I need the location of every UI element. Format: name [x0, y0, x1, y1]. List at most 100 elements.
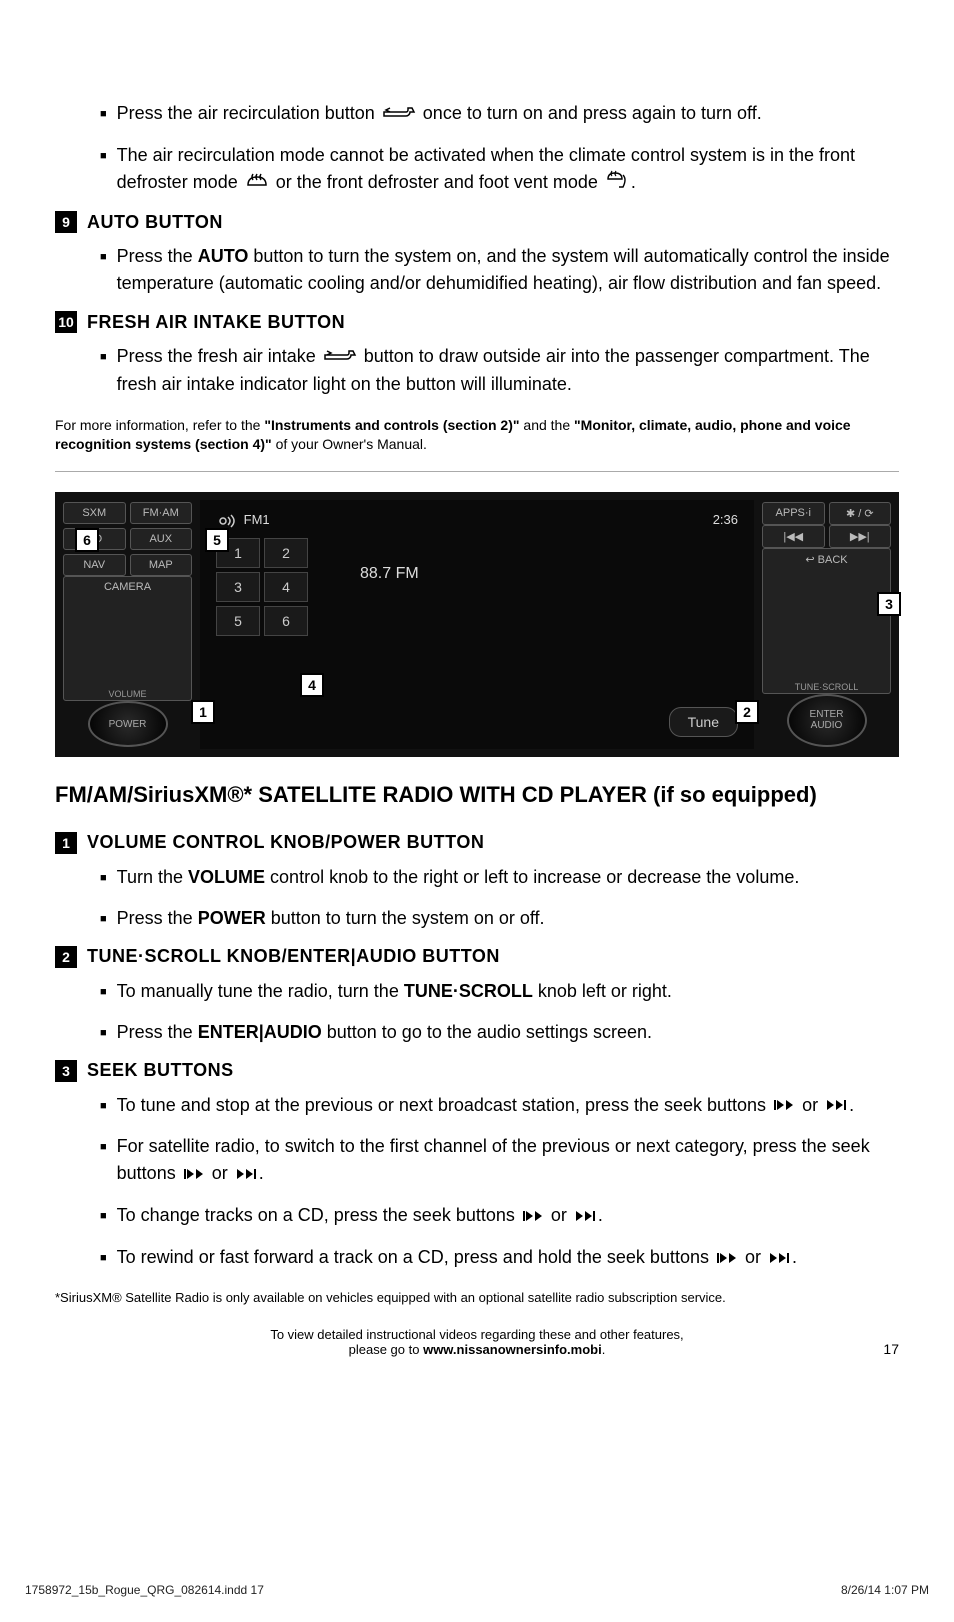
- info-note-prefix: For more information, refer to the: [55, 417, 264, 433]
- list-item: The air recirculation mode cannot be act…: [55, 142, 899, 197]
- divider: [55, 471, 899, 472]
- callout-5: 5: [205, 528, 229, 552]
- section-9-heading: 9 AUTO BUTTON: [55, 211, 899, 233]
- callout-1: 1: [191, 700, 215, 724]
- section-num-9: 9: [55, 211, 77, 233]
- rsection-2-title: TUNE·SCROLL KNOB/ENTER|AUDIO BUTTON: [87, 946, 500, 967]
- radio-button: MAP: [130, 554, 193, 576]
- section-10-title: FRESH AIR INTAKE BUTTON: [87, 312, 345, 333]
- siriusxm-footnote: *SiriusXM® Satellite Radio is only avail…: [55, 1290, 899, 1305]
- radio-screen: FM1 2:36 123456 88.7 FM Tune: [200, 500, 754, 749]
- seek-row: |◀◀▶▶|: [762, 525, 891, 548]
- radio-wave-icon: [218, 514, 238, 528]
- radio-head-unit: SXMFM·AMCDAUXNAVMAP CAMERA VOLUME POWER …: [55, 492, 899, 757]
- radio-button: ✱ / ⟳: [829, 502, 892, 525]
- list-item: Press the fresh air intake button to dra…: [55, 343, 899, 398]
- seek-button: |◀◀: [762, 525, 825, 548]
- top-bullets: Press the air recirculation button once …: [55, 100, 899, 197]
- clock: 2:36: [713, 512, 738, 528]
- tune-scroll-label: TUNE·SCROLL: [789, 682, 865, 692]
- seek-next-icon: [825, 1092, 847, 1119]
- rsection-2-bullets: To manually tune the radio, turn the TUN…: [55, 978, 899, 1046]
- radio-button: APPS·i: [762, 502, 825, 525]
- section-10-heading: 10 FRESH AIR INTAKE BUTTON: [55, 311, 899, 333]
- page-number: 17: [883, 1341, 899, 1357]
- preset-button: 2: [264, 538, 308, 568]
- rsection-3-title: SEEK BUTTONS: [87, 1060, 234, 1081]
- rsection-1-heading: 1 VOLUME CONTROL KNOB/POWER BUTTON: [55, 832, 899, 854]
- section-9-title: AUTO BUTTON: [87, 212, 223, 233]
- volume-power-knob: VOLUME POWER: [88, 701, 168, 747]
- screen-top-bar: FM1 2:36: [216, 512, 738, 528]
- radio-button: NAV: [63, 554, 126, 576]
- defrost-foot-icon: [605, 169, 629, 197]
- power-label: POWER: [109, 719, 147, 730]
- radio-button: SXM: [63, 502, 126, 524]
- fresh-air-icon: [323, 344, 357, 371]
- defrost-icon: [245, 170, 269, 197]
- info-note-suffix: of your Owner's Manual.: [272, 436, 427, 452]
- list-item: For satellite radio, to switch to the fi…: [55, 1133, 899, 1188]
- radio-button: FM·AM: [130, 502, 193, 524]
- print-footer-right: 8/26/14 1:07 PM: [841, 1583, 929, 1597]
- list-item: To rewind or fast forward a track on a C…: [55, 1244, 899, 1272]
- section-num-10: 10: [55, 311, 77, 333]
- rsection-num-2: 2: [55, 946, 77, 968]
- preset-button: 4: [264, 572, 308, 602]
- seek-next-icon: [768, 1245, 790, 1272]
- list-item: To manually tune the radio, turn the TUN…: [55, 978, 899, 1005]
- callout-6: 6: [75, 528, 99, 552]
- fm-band-label: FM1: [216, 512, 270, 528]
- list-item: To tune and stop at the previous or next…: [55, 1092, 899, 1120]
- rsection-1-title: VOLUME CONTROL KNOB/POWER BUTTON: [87, 832, 484, 853]
- info-footer-line1: To view detailed instructional videos re…: [55, 1327, 899, 1342]
- info-note-ref1: "Instruments and controls (section 2)": [264, 417, 519, 433]
- page-content: Press the air recirculation button once …: [0, 0, 954, 1407]
- rsection-num-1: 1: [55, 832, 77, 854]
- seek-prev-icon: [522, 1203, 544, 1230]
- info-note: For more information, refer to the "Inst…: [55, 416, 899, 455]
- list-item: Press the ENTER|AUDIO button to go to th…: [55, 1019, 899, 1046]
- preset-button: 6: [264, 606, 308, 636]
- rsection-2-heading: 2 TUNE·SCROLL KNOB/ENTER|AUDIO BUTTON: [55, 946, 899, 968]
- camera-button: CAMERA: [63, 576, 192, 701]
- rsection-3-heading: 3 SEEK BUTTONS: [55, 1060, 899, 1082]
- tune-scroll-knob: TUNE·SCROLL ENTER AUDIO: [787, 694, 867, 747]
- enter-audio-label: ENTER AUDIO: [810, 709, 844, 731]
- tune-button: Tune: [669, 707, 738, 737]
- preset-button: 3: [216, 572, 260, 602]
- callout-3: 3: [877, 592, 901, 616]
- section-10-bullets: Press the fresh air intake button to dra…: [55, 343, 899, 398]
- seek-prev-icon: [716, 1245, 738, 1272]
- info-note-mid: and the: [520, 417, 575, 433]
- list-item: Press the air recirculation button once …: [55, 100, 899, 128]
- list-item: Press the POWER button to turn the syste…: [55, 905, 899, 932]
- callout-4: 4: [300, 673, 324, 697]
- section-9-bullets: Press the AUTO button to turn the system…: [55, 243, 899, 297]
- seek-button: ▶▶|: [829, 525, 892, 548]
- radio-section-title: FM/AM/SiriusXM®* SATELLITE RADIO WITH CD…: [55, 781, 899, 810]
- seek-next-icon: [574, 1203, 596, 1230]
- radio-right-panel: APPS·i✱ / ⟳ |◀◀▶▶| ↩ BACK TUNE·SCROLL EN…: [754, 492, 899, 757]
- list-item: To change tracks on a CD, press the seek…: [55, 1202, 899, 1230]
- list-item: Turn the VOLUME control knob to the righ…: [55, 864, 899, 891]
- radio-button: AUX: [130, 528, 193, 550]
- back-button: ↩ BACK: [762, 548, 891, 694]
- print-footer: 1758972_15b_Rogue_QRG_082614.indd 17 8/2…: [0, 1583, 954, 1597]
- preset-button: 5: [216, 606, 260, 636]
- rsection-3-bullets: To tune and stop at the previous or next…: [55, 1092, 899, 1272]
- rsection-1-bullets: Turn the VOLUME control knob to the righ…: [55, 864, 899, 932]
- seek-prev-icon: [183, 1161, 205, 1188]
- list-item: Press the AUTO button to turn the system…: [55, 243, 899, 297]
- info-footer-line2: please go to www.nissanownersinfo.mobi.: [55, 1342, 899, 1357]
- volume-label: VOLUME: [90, 689, 166, 699]
- preset-grid: 123456: [216, 538, 738, 636]
- rsection-num-3: 3: [55, 1060, 77, 1082]
- frequency: 88.7 FM: [360, 565, 419, 583]
- seek-next-icon: [235, 1161, 257, 1188]
- print-footer-left: 1758972_15b_Rogue_QRG_082614.indd 17: [25, 1583, 264, 1597]
- recirc-icon: [382, 101, 416, 128]
- seek-prev-icon: [773, 1092, 795, 1119]
- info-footer: To view detailed instructional videos re…: [55, 1327, 899, 1357]
- radio-right-buttons: APPS·i✱ / ⟳: [762, 502, 891, 525]
